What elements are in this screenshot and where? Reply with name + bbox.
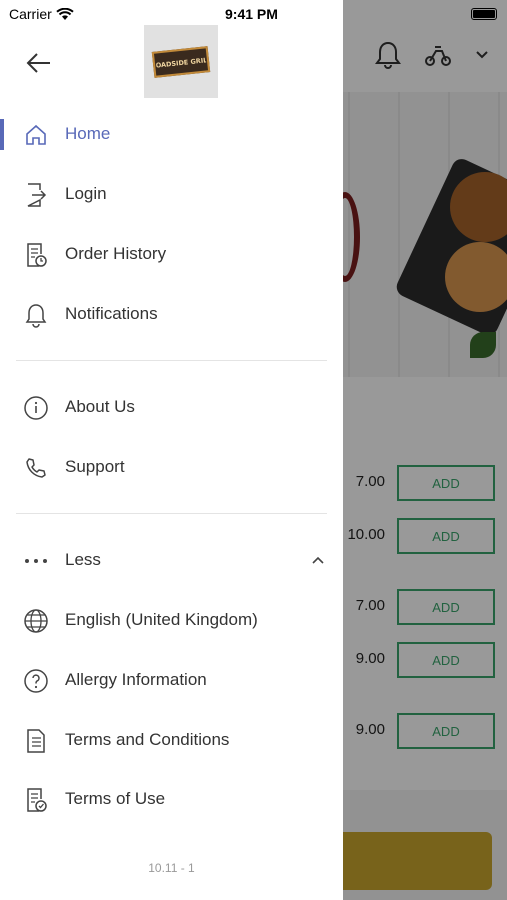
logo-badge: ROADSIDE GRILL	[151, 45, 211, 78]
document-icon	[23, 728, 49, 754]
home-icon	[23, 122, 49, 148]
question-icon	[23, 668, 49, 694]
wifi-icon	[56, 7, 74, 20]
menu-item-label: Support	[65, 457, 125, 476]
menu-item-order-history[interactable]: Order History	[0, 232, 343, 276]
restaurant-logo: ROADSIDE GRILL	[144, 25, 218, 98]
menu-item-label: Notifications	[65, 304, 158, 323]
menu-item-label: Order History	[65, 244, 167, 263]
svg-text:ROADSIDE GRILL: ROADSIDE GRILL	[155, 55, 206, 69]
status-bar: Carrier 9:41 PM	[0, 0, 507, 28]
info-icon	[23, 395, 49, 421]
more-dots-icon	[23, 548, 49, 574]
menu-item-label: Terms of Use	[65, 789, 166, 808]
menu-item-label: Less	[65, 550, 101, 569]
globe-icon	[23, 608, 49, 634]
menu-item-home[interactable]: Home	[0, 112, 343, 156]
battery-icon	[471, 8, 497, 20]
carrier-info: Carrier	[9, 6, 74, 22]
menu-item-label: About Us	[65, 397, 135, 416]
carrier-label: Carrier	[9, 6, 52, 22]
menu-item-login[interactable]: Login	[0, 172, 343, 216]
app-version: 10.11 - 1	[148, 861, 195, 875]
menu-item-notifications[interactable]: Notifications	[0, 292, 343, 336]
menu-item-label: Login	[65, 184, 107, 203]
back-arrow-icon[interactable]	[24, 48, 54, 78]
divider	[16, 513, 327, 514]
divider	[16, 360, 327, 361]
menu-item-language[interactable]: English (United Kingdom)	[0, 598, 343, 642]
menu-item-label: Allergy Information	[65, 670, 207, 689]
menu-item-terms-and-conditions[interactable]: Terms and Conditions	[0, 718, 343, 762]
menu-item-less[interactable]: Less	[0, 538, 343, 582]
menu-item-terms-of-use[interactable]: Terms of Use	[0, 777, 343, 821]
status-time: 9:41 PM	[225, 6, 278, 22]
menu-item-about-us[interactable]: About Us	[0, 385, 343, 429]
phone-icon	[23, 455, 49, 481]
menu-item-label: English (United Kingdom)	[65, 610, 258, 629]
login-icon	[23, 182, 49, 208]
document-check-icon	[23, 787, 49, 813]
chevron-up-icon[interactable]	[311, 552, 325, 570]
menu-item-label: Terms and Conditions	[65, 730, 230, 749]
menu-item-support[interactable]: Support	[0, 445, 343, 489]
bell-icon	[23, 302, 49, 328]
navigation-drawer: ROADSIDE GRILL Home Login Order History …	[0, 0, 343, 900]
order-history-icon	[23, 242, 49, 268]
menu-item-label: Home	[65, 124, 111, 143]
menu-item-allergy-information[interactable]: Allergy Information	[0, 658, 343, 702]
